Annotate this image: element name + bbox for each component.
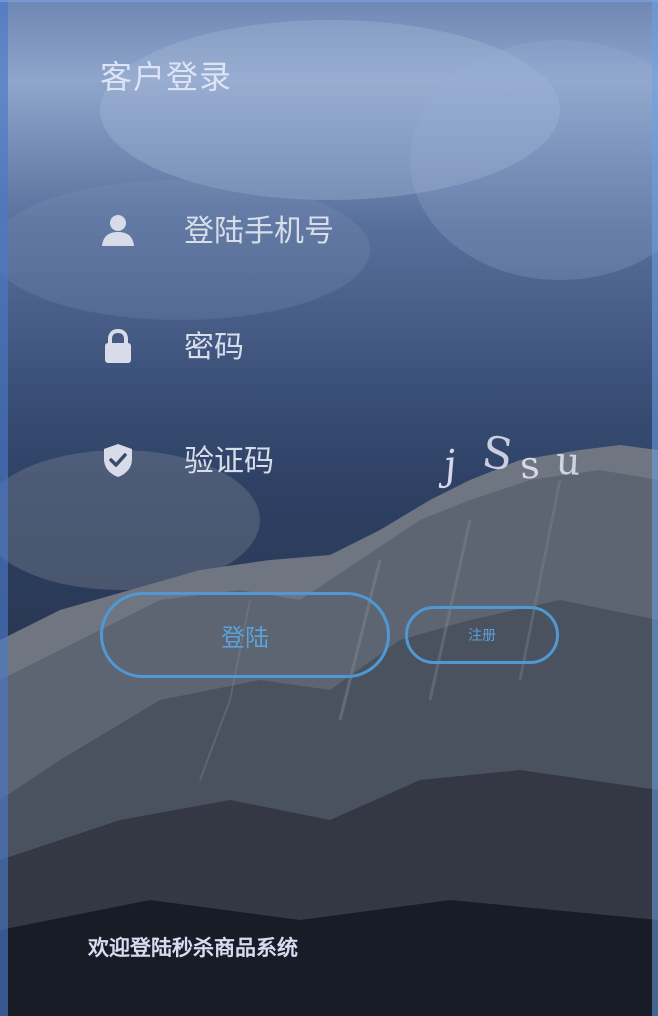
welcome-footer: 欢迎登陆秒杀商品系统 [88, 936, 298, 960]
phone-row [100, 206, 620, 256]
right-frame-edge [652, 0, 658, 1016]
captcha-char: s [518, 442, 541, 487]
shield-check-icon [100, 442, 136, 478]
lock-icon [100, 328, 136, 364]
captcha-image[interactable]: j S s u [434, 426, 598, 492]
login-panel: 客户登录 j S s [8, 0, 652, 1016]
register-button[interactable]: 注册 [405, 606, 559, 664]
captcha-char: S [479, 427, 516, 482]
user-icon [100, 212, 136, 248]
phone-input[interactable] [182, 206, 426, 256]
captcha-char: j [438, 442, 459, 490]
password-input[interactable] [182, 322, 426, 372]
captcha-input[interactable] [182, 436, 426, 486]
login-button[interactable]: 登陆 [100, 592, 390, 678]
left-frame-edge [0, 0, 8, 1016]
captcha-char: u [555, 439, 582, 484]
page-title: 客户登录 [100, 58, 233, 96]
password-row [100, 322, 620, 372]
